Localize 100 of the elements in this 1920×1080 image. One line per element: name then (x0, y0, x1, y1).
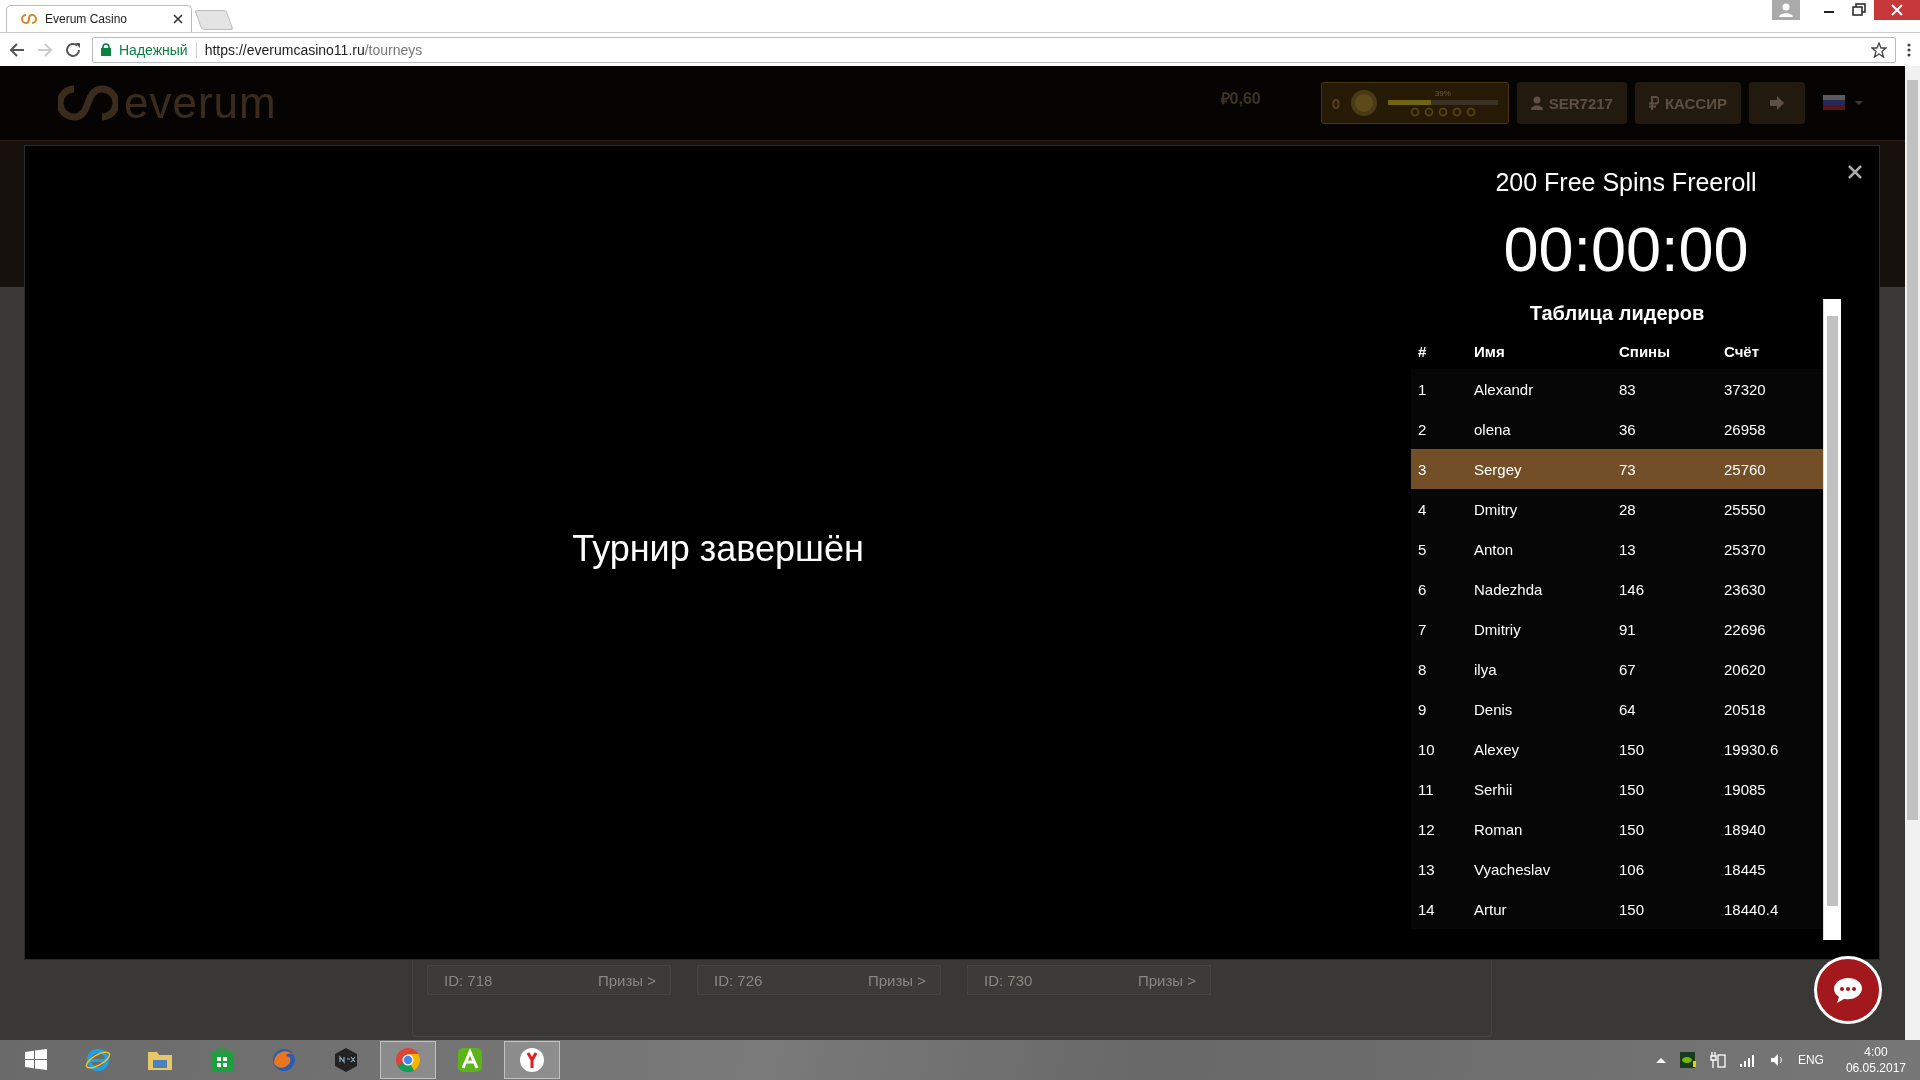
browser-e-icon (85, 1047, 111, 1073)
table-cell-text: 150 (1619, 780, 1646, 798)
table-cell-text: olena (1474, 420, 1512, 438)
table-cell-text: Serhii (1474, 780, 1514, 798)
table-cell-text: 18940 (1724, 820, 1767, 838)
table-cell-text: 18445 (1724, 860, 1767, 878)
star-icon[interactable] (1871, 41, 1887, 58)
table-cell-text: 14 (1417, 900, 1436, 918)
table-cell-text: 150 (1619, 900, 1646, 918)
infinity-icon (21, 14, 37, 24)
infinity-logo-icon (58, 83, 118, 123)
table-cell-text: 91 (1619, 620, 1637, 638)
table-cell-text: 28 (1619, 500, 1637, 518)
table-cell-text: 12 (1417, 820, 1436, 838)
user-icon (1530, 96, 1543, 110)
fox-globe-icon (271, 1047, 297, 1073)
letter-a-app-icon (457, 1047, 483, 1073)
prizes-link[interactable]: Призы > (867, 971, 926, 989)
table-cell-text: 20518 (1724, 700, 1767, 718)
table-cell-text: 5 (1417, 540, 1428, 558)
table-cell-text: 3 (1417, 460, 1428, 478)
table-cell-text: 23630 (1724, 580, 1767, 598)
column-header: Счёт (1724, 342, 1761, 360)
taskbar-button[interactable] (504, 1041, 560, 1079)
table-cell-text: 13 (1417, 860, 1436, 878)
table-cell-text: 73 (1619, 460, 1637, 478)
balance: ₽0,60 (1220, 89, 1261, 109)
reload-icon[interactable] (64, 40, 82, 59)
windows-icon (23, 1047, 49, 1073)
table-cell-text: 64 (1619, 700, 1637, 718)
table-cell-text: Denis (1474, 700, 1514, 718)
table-cell-text: Alexandr (1474, 380, 1535, 398)
table-cell-text: ilya (1474, 660, 1498, 678)
security-label: Надежный (119, 41, 188, 58)
browser-tab[interactable]: Everum Casino (6, 5, 192, 32)
table-cell-text: 83 (1619, 380, 1637, 398)
table-cell-text: 11 (1417, 780, 1435, 798)
scrollbar[interactable] (1823, 299, 1841, 940)
taskbar-button[interactable] (380, 1041, 436, 1079)
url-text: https://everumcasino11.ru/tourneys (204, 41, 423, 58)
cashier-button[interactable]: КАССИР (1634, 82, 1741, 124)
ruble-icon (1648, 96, 1659, 110)
column-header: # (1417, 342, 1428, 360)
table-cell-text: 146 (1619, 580, 1646, 598)
tourney-id: ID: 718 (444, 971, 493, 989)
coin-icon (1350, 89, 1379, 117)
table-cell-text: 8 (1417, 660, 1428, 678)
address-field[interactable]: Надежный https://everumcasino11.ru/tourneys (92, 36, 1896, 63)
language-indicator[interactable]: ENG (1797, 1053, 1824, 1067)
table-cell-text: 10 (1417, 740, 1436, 758)
chat-bubble-icon (1833, 976, 1863, 1004)
table-cell-text: 37320 (1724, 380, 1767, 398)
table-cell-text: 25370 (1724, 540, 1767, 558)
table-cell-text: 9 (1417, 700, 1428, 718)
table-cell-text: 25550 (1724, 500, 1767, 518)
lock-icon (101, 43, 111, 56)
table-cell-text: 19930.6 (1724, 740, 1780, 758)
column-header: Спины (1619, 342, 1671, 360)
logout-icon (1769, 96, 1785, 110)
table-cell-text: 19085 (1724, 780, 1767, 798)
prizes-link[interactable]: Призы > (1137, 971, 1196, 989)
scrollbar[interactable] (1905, 66, 1920, 1040)
table-cell-text: Dmitry (1474, 500, 1519, 518)
table-cell-text: 1 (1417, 380, 1428, 398)
table-cell-text: 18440.4 (1724, 900, 1780, 918)
tourney-id: ID: 726 (714, 971, 763, 989)
menu-icon[interactable] (1906, 41, 1912, 58)
prizes-link[interactable]: Призы > (597, 971, 656, 989)
table-cell-text: Sergey (1474, 460, 1523, 478)
table-cell-text: 106 (1619, 860, 1646, 878)
table-cell-text: 36 (1619, 420, 1637, 438)
battery-plug-icon[interactable] (1709, 1052, 1726, 1068)
clock-date[interactable]: 06.05.2017 (1845, 1061, 1906, 1075)
countdown-timer: 00:00:00 (1503, 213, 1749, 286)
user-button[interactable]: SER7217 (1516, 82, 1627, 124)
table-cell-text: 4 (1417, 500, 1428, 518)
signal-icon[interactable] (1739, 1053, 1756, 1067)
clock-time[interactable]: 4:00 (1864, 1045, 1888, 1059)
flag-icon[interactable] (1823, 95, 1865, 111)
table-cell-text: 150 (1619, 740, 1646, 758)
table-cell-text: 150 (1619, 820, 1646, 838)
tournament-title: 200 Free Spins Freeroll (1495, 168, 1757, 197)
close-icon[interactable] (1847, 164, 1863, 180)
speaker-icon[interactable] (1769, 1053, 1784, 1067)
table-cell-text: Artur (1474, 900, 1508, 918)
table-cell-text: Dmitriy (1474, 620, 1522, 638)
close-icon[interactable] (173, 14, 183, 24)
table-cell-text: 20620 (1724, 660, 1767, 678)
tournament-status: Турнир завершён (572, 527, 864, 570)
chrome-icon (395, 1047, 421, 1073)
table-cell-text: 25760 (1724, 460, 1767, 478)
back-arrow-icon[interactable] (8, 40, 26, 59)
table-cell-text: 13 (1619, 540, 1637, 558)
table-cell-text: Roman (1474, 820, 1524, 838)
table-cell-text: 26958 (1724, 420, 1767, 438)
chevron-up-icon[interactable] (1655, 1057, 1666, 1063)
gpu-icon[interactable] (1679, 1052, 1696, 1068)
table-cell-text: 67 (1619, 660, 1637, 678)
yandex-browser-icon (519, 1047, 545, 1073)
hexagon-icon (333, 1047, 359, 1073)
